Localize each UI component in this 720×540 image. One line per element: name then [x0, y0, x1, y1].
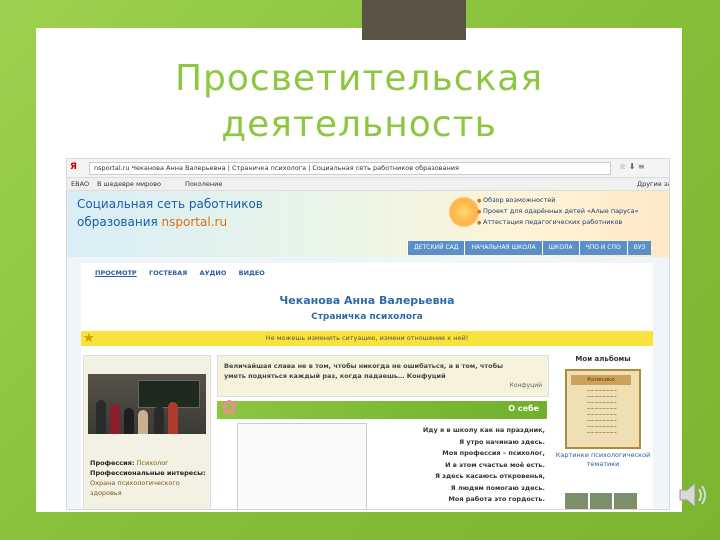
profile-sidebar: Профессия: Психолог Профессиональные инт… — [83, 355, 211, 509]
nav-tab-university[interactable]: ВУЗ — [626, 241, 652, 255]
slide-title: Просветительская деятельность — [36, 56, 682, 148]
profile-photo[interactable] — [88, 374, 206, 434]
poem-line: Моя работа это гордость. — [448, 495, 545, 503]
interests-value: Охрана психологического здоровья — [90, 479, 180, 497]
poem-line: Моя профессия – психолог, — [442, 449, 545, 457]
poem: Иду я в школу как на праздник, Я утро на… — [381, 425, 545, 506]
tab-audio[interactable]: АУДИО — [200, 269, 227, 277]
poem-line: Иду я в школу как на праздник, — [422, 426, 545, 434]
albums-panel: Мои альбомы Колесико ~~~~~~~~ ~~~~~~~~ ~~~… — [555, 355, 651, 509]
profile-tabs: ПРОСМОТР ГОСТЕВАЯ АУДИО ВИДЕО — [95, 269, 275, 277]
nav-tab-primary-school[interactable]: НАЧАЛЬНАЯ ШКОЛА — [464, 241, 542, 255]
site-header: Социальная сеть работников образования n… — [67, 191, 669, 257]
poem-line: Я здесь касаюсь откровенья, — [434, 472, 545, 480]
yandex-logo: Я — [70, 162, 77, 172]
profile-role: Страничка психолога — [311, 312, 423, 322]
nav-tab-kindergarten[interactable]: ДЕТСКИЙ САД — [407, 241, 465, 255]
site-logo-line1[interactable]: Социальная сеть работников — [77, 197, 263, 211]
interests-label: Профессиональные интересы: — [90, 469, 206, 477]
slide-title-line1: Просветительская — [174, 58, 544, 99]
speaker-icon[interactable] — [676, 478, 710, 512]
header-decor-sun — [449, 197, 479, 227]
profession-value: Психолог — [136, 459, 169, 467]
album-thumbnails[interactable] — [565, 493, 638, 509]
nav-tab-school[interactable]: ШКОЛА — [541, 241, 579, 255]
profession-label: Профессия: — [90, 459, 135, 467]
album-caption[interactable]: Картинки психологической тематики — [555, 451, 651, 469]
bookmark-other[interactable]: Другие за — [637, 180, 669, 188]
header-menu-item[interactable]: Обзор возможностей — [477, 195, 639, 206]
poem-line: Я людям помогаю здесь. — [450, 483, 545, 492]
album-cover-decor: ~~~~~~~~ ~~~~~~~~ ~~~~~~~~ ~~~~~~~~ ~~~~~~~~… — [586, 389, 618, 436]
header-menu-item[interactable]: Аттестация педагогических работников — [477, 217, 639, 228]
poem-line: И в этом счастье моё есть. — [445, 460, 545, 469]
header-menu: Обзор возможностей Проект для одарённых … — [477, 195, 639, 228]
section-nav: ДЕТСКИЙ САД НАЧАЛЬНАЯ ШКОЛА ШКОЛА ЧПО И … — [407, 241, 652, 255]
profile-content: ПРОСМОТР ГОСТЕВАЯ АУДИО ВИДЕО Чеканова А… — [81, 263, 653, 509]
slide-decor-block — [362, 0, 466, 40]
logo-ns: ns — [161, 215, 176, 229]
motto-text: Не можешь изменить ситуацию, измени отно… — [265, 334, 469, 342]
logo-portal: portal.ru — [175, 215, 228, 229]
header-menu-item[interactable]: Проект для одарённых детей «Алые паруса» — [477, 206, 639, 217]
embedded-media-box[interactable] — [237, 423, 367, 509]
flower-icon: ✿ — [221, 395, 238, 419]
about-label: О себе — [508, 404, 539, 413]
quote-author: Конфуций — [509, 382, 542, 389]
bookmark-item[interactable]: ЕВАО — [71, 180, 89, 188]
album-cover-title: Колесико — [571, 375, 631, 385]
bookmark-item[interactable]: В шедевре мирово — [97, 180, 161, 188]
tab-view[interactable]: ПРОСМОТР — [95, 269, 137, 277]
tab-guestbook[interactable]: ГОСТЕВАЯ — [149, 269, 187, 277]
browser-action-icons[interactable]: ☆ ⬇ ≡ — [619, 162, 645, 171]
url-field[interactable]: nsportal.ru Чеканова Анна Валерьевна | С… — [89, 162, 611, 175]
tab-video[interactable]: ВИДЕО — [239, 269, 265, 277]
bookmarks-bar: ЕВАО В шедевре мирово Поколение Другие з… — [67, 178, 669, 191]
bookmark-item[interactable]: Поколение — [185, 180, 222, 188]
motto-bar: ★ Не можешь изменить ситуацию, измени от… — [81, 331, 653, 346]
about-header: ✿ О себе — [217, 395, 547, 419]
quote-box: Величайшая слава не в том, чтобы никогда… — [217, 355, 549, 397]
site-logo-line2[interactable]: образования nsportal.ru — [77, 215, 227, 229]
nav-tab-vocational[interactable]: ЧПО И СПО — [578, 241, 627, 255]
slide-title-line2: деятельность — [221, 104, 497, 145]
browser-address-bar: Я nsportal.ru Чеканова Анна Валерьевна |… — [67, 159, 669, 178]
profile-name: Чеканова Анна Валерьевна — [279, 294, 455, 307]
page-body: ПРОСМОТР ГОСТЕВАЯ АУДИО ВИДЕО Чеканова А… — [67, 257, 669, 509]
albums-heading: Мои альбомы — [575, 355, 631, 363]
logo-prefix: образования — [77, 215, 162, 229]
quote-text: Величайшая слава не в том, чтобы никогда… — [224, 362, 504, 380]
poem-line: Я утро начинаю здесь. — [459, 437, 545, 446]
website-screenshot: Я nsportal.ru Чеканова Анна Валерьевна |… — [66, 158, 670, 510]
url-text: nsportal.ru Чеканова Анна Валерьевна | С… — [94, 164, 459, 172]
album-cover[interactable]: Колесико ~~~~~~~~ ~~~~~~~~ ~~~~~~~~ ~~~~~~~… — [565, 369, 641, 449]
profile-info: Профессия: Психолог Профессиональные инт… — [90, 458, 208, 498]
